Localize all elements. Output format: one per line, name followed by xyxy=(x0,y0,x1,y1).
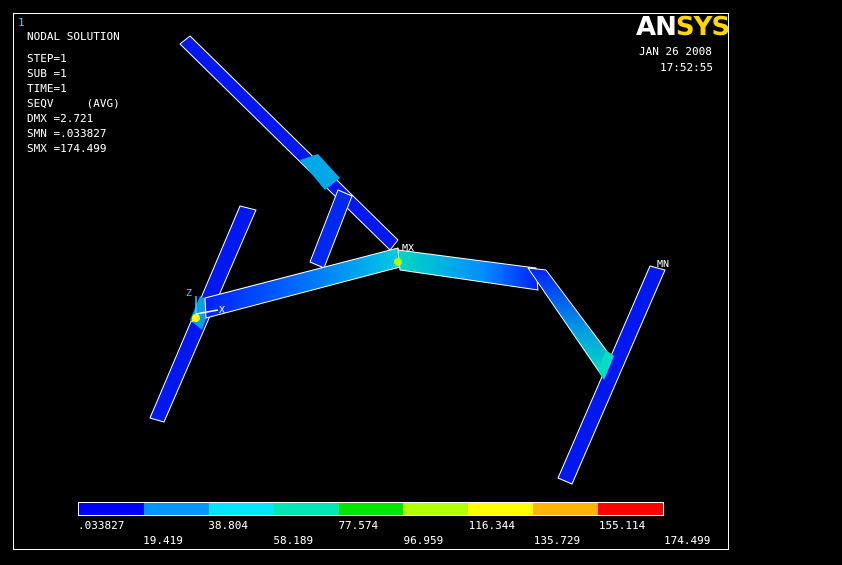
beam-diagonal-top xyxy=(179,35,399,251)
axis-x-label: X xyxy=(219,305,225,316)
beam-structure xyxy=(149,35,666,485)
legend-top-label: 38.804 xyxy=(208,519,248,532)
contour-legend-bar xyxy=(78,502,664,516)
beam-right-angled xyxy=(527,267,613,377)
axis-z-label: Z xyxy=(186,288,192,299)
legend-swatch-5 xyxy=(403,503,469,515)
legend-bottom-label: 96.959 xyxy=(403,534,444,547)
legend-swatch-2 xyxy=(208,503,274,515)
legend-swatch-4 xyxy=(338,503,404,515)
beam-short-strut xyxy=(309,189,353,269)
mn-marker: MN xyxy=(657,259,669,270)
legend-swatch-7 xyxy=(533,503,599,515)
legend-top-label: 116.344 xyxy=(468,519,516,532)
legend-bottom-label: 19.419 xyxy=(143,534,183,547)
mx-marker: MX xyxy=(402,243,414,254)
legend-bottom-label: 174.499 xyxy=(664,534,711,547)
legend-swatch-1 xyxy=(143,503,209,515)
legend-swatch-3 xyxy=(273,503,339,515)
legend-top-label: 77.574 xyxy=(338,519,379,532)
legend-bottom-label: 58.189 xyxy=(273,534,314,547)
beam-right-vertical xyxy=(557,265,666,485)
legend-swatch-8 xyxy=(598,503,664,515)
legend-top-label: 155.114 xyxy=(598,519,646,532)
max-stress-hotspot xyxy=(394,258,402,266)
legend-bottom-label: 135.729 xyxy=(533,534,581,547)
legend-swatch-6 xyxy=(468,503,534,515)
legend-swatch-0 xyxy=(79,503,144,515)
beam-right-horizontal xyxy=(397,249,539,291)
model-view: Z X MX MN xyxy=(149,35,669,485)
legend-top-label: .033827 xyxy=(78,519,125,532)
